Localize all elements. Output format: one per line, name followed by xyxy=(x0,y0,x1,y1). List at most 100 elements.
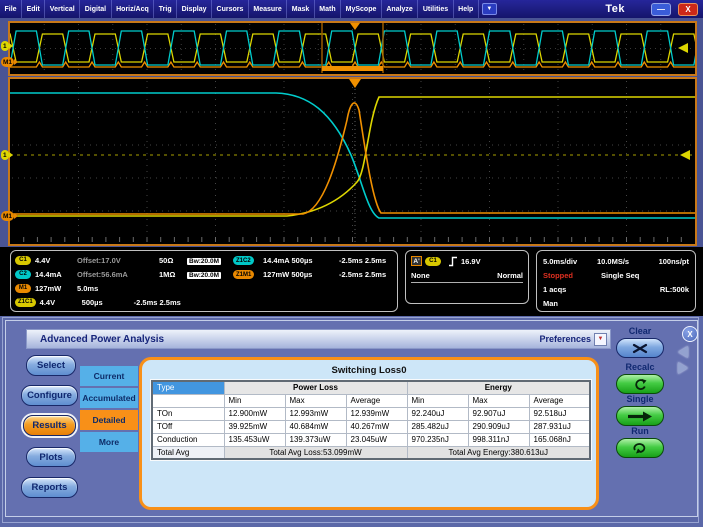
vertical-readout-panel[interactable]: C1 4.4V Offset:17.0V 50Ω Bw:20.0M Z1C2 1… xyxy=(10,250,398,312)
nav-left-arrow[interactable] xyxy=(678,346,688,358)
close-button[interactable]: X xyxy=(678,3,698,16)
menu-myscope[interactable]: MyScope xyxy=(341,0,382,18)
run-label: Run xyxy=(612,426,668,436)
cell: 12.900mW xyxy=(224,407,285,420)
menu-help[interactable]: Help xyxy=(454,0,479,18)
acquisitions-count: 1 acqs xyxy=(543,285,566,294)
c2-badge[interactable]: C2 xyxy=(15,270,31,279)
single-arrow-icon xyxy=(627,411,653,422)
run-button[interactable] xyxy=(616,438,664,458)
cell: 135.453uW xyxy=(224,433,285,446)
empty-header-cell xyxy=(152,394,224,407)
c1-badge[interactable]: C1 xyxy=(15,256,31,265)
acquisition-state: Stopped xyxy=(543,271,601,280)
horizontal-readout-panel[interactable]: 5.0ms/div 10.0MS/s 100ns/pt Stopped Sing… xyxy=(536,250,696,312)
sub-header: Average xyxy=(529,394,590,407)
c2-offset: Offset:56.6mA xyxy=(77,270,159,279)
minimize-button[interactable]: — xyxy=(651,3,671,16)
z1c1-timebase: 500µs xyxy=(82,298,134,307)
z1m1-badge[interactable]: Z1M1 xyxy=(233,270,254,279)
menu-file[interactable]: File xyxy=(0,0,22,18)
z1c2-window: -2.5ms 2.5ms xyxy=(339,256,393,265)
readout-bar: C1 4.4V Offset:17.0V 50Ω Bw:20.0M Z1C2 1… xyxy=(0,247,703,316)
preferences-control[interactable]: Preferences ▼ xyxy=(539,333,607,346)
trigger-source-badge[interactable]: C1 xyxy=(425,257,441,266)
menu-analyze[interactable]: Analyze xyxy=(382,0,418,18)
z1c1-badge[interactable]: Z1C1 xyxy=(15,298,36,307)
total-avg-loss: Total Avg Loss:53.099mW xyxy=(224,446,407,459)
overview-graticule[interactable] xyxy=(8,21,697,76)
menu-digital[interactable]: Digital xyxy=(80,0,111,18)
menu-edit[interactable]: Edit xyxy=(22,0,45,18)
tab-more[interactable]: More xyxy=(80,432,138,452)
tab-current[interactable]: Current xyxy=(80,366,138,386)
readout-row-z1c1: Z1C1 4.4V 500µs -2.5ms 2.5ms xyxy=(15,295,393,309)
clear-label: Clear xyxy=(612,326,668,336)
overview-ch1-marker[interactable]: 1 xyxy=(1,41,9,51)
c2-bandwidth[interactable]: Bw:20.0M xyxy=(187,272,221,279)
cell: 23.045uW xyxy=(346,433,407,446)
overview-math1-marker[interactable]: M1 xyxy=(1,57,14,67)
rising-edge-icon xyxy=(448,256,458,267)
cell: 998.311nJ xyxy=(468,433,529,446)
c2-scale: 14.4mA xyxy=(35,270,77,279)
overview-right-arrow-icon xyxy=(678,43,688,53)
menu-mask[interactable]: Mask xyxy=(287,0,315,18)
single-button[interactable] xyxy=(616,406,664,426)
c1-scale: 4.4V xyxy=(35,256,77,265)
tab-detailed[interactable]: Detailed xyxy=(80,410,138,430)
trace-ch1-voltage xyxy=(10,97,695,216)
preferences-label: Preferences xyxy=(539,334,591,344)
total-avg-label: Total Avg xyxy=(152,446,224,459)
c1-bandwidth[interactable]: Bw:20.0M xyxy=(187,258,221,265)
menu-dropdown-icon[interactable]: ▼ xyxy=(482,3,497,15)
main-ch1-marker[interactable]: 1 xyxy=(1,150,9,160)
power-loss-header: Power Loss xyxy=(224,381,407,394)
horizontal-scale: 5.0ms/div xyxy=(543,257,597,266)
menu-measure[interactable]: Measure xyxy=(249,0,287,18)
main-graticule[interactable] xyxy=(8,77,697,246)
menu-trig[interactable]: Trig xyxy=(154,0,177,18)
apa-close-button[interactable]: X xyxy=(682,326,698,342)
results-button[interactable]: Results xyxy=(23,415,76,436)
menu-math[interactable]: Math xyxy=(315,0,341,18)
m1-badge[interactable]: M1 xyxy=(15,284,31,293)
cell: 290.909uJ xyxy=(468,420,529,433)
nav-right-arrow[interactable] xyxy=(678,362,688,374)
total-avg-energy: Total Avg Energy:380.613uJ xyxy=(407,446,590,459)
reports-button[interactable]: Reports xyxy=(21,477,78,498)
z1c2-badge[interactable]: Z1C2 xyxy=(233,256,254,265)
main-math1-marker[interactable]: M1 xyxy=(1,211,14,221)
sample-rate: 10.0MS/s xyxy=(597,257,629,266)
plots-button[interactable]: Plots xyxy=(26,447,76,467)
menu-utilities[interactable]: Utilities xyxy=(418,0,453,18)
cell: 92.240uJ xyxy=(407,407,468,420)
cell: 40.267mW xyxy=(346,420,407,433)
cell: 12.993mW xyxy=(285,407,346,420)
trigger-position-icon[interactable] xyxy=(350,23,360,30)
sub-header: Max xyxy=(285,394,346,407)
recalc-button[interactable] xyxy=(616,374,664,394)
preferences-dropdown-icon[interactable]: ▼ xyxy=(594,333,607,346)
clear-button[interactable] xyxy=(616,338,664,358)
tab-accumulated[interactable]: Accumulated xyxy=(80,388,138,408)
results-panel-title: Switching Loss0 xyxy=(142,365,596,376)
configure-button[interactable]: Configure xyxy=(21,385,78,406)
c1-offset: Offset:17.0V xyxy=(77,256,159,265)
menu-cursors[interactable]: Cursors xyxy=(212,0,249,18)
menu-vertical[interactable]: Vertical xyxy=(45,0,80,18)
energy-header: Energy xyxy=(407,381,590,394)
select-button[interactable]: Select xyxy=(26,355,76,376)
horizontal-row-3: 1 acqs RL:500k xyxy=(543,282,689,296)
main-right-arrow-icon xyxy=(680,150,690,160)
trigger-readout-panel[interactable]: A' C1 16.9V None Normal xyxy=(405,250,529,304)
trigger-level: 16.9V xyxy=(461,257,481,266)
main-trigger-marker-icon[interactable] xyxy=(349,79,361,88)
m1-timebase: 5.0ms xyxy=(77,284,129,293)
apa-title-bar[interactable]: Advanced Power Analysis Preferences ▼ xyxy=(26,329,611,349)
cell: 39.925mW xyxy=(224,420,285,433)
menu-horiz-acq[interactable]: Horiz/Acq xyxy=(112,0,155,18)
horizontal-row-2: Stopped Single Seq xyxy=(543,268,689,282)
zoom-region-bar[interactable] xyxy=(322,66,383,71)
menu-display[interactable]: Display xyxy=(177,0,212,18)
